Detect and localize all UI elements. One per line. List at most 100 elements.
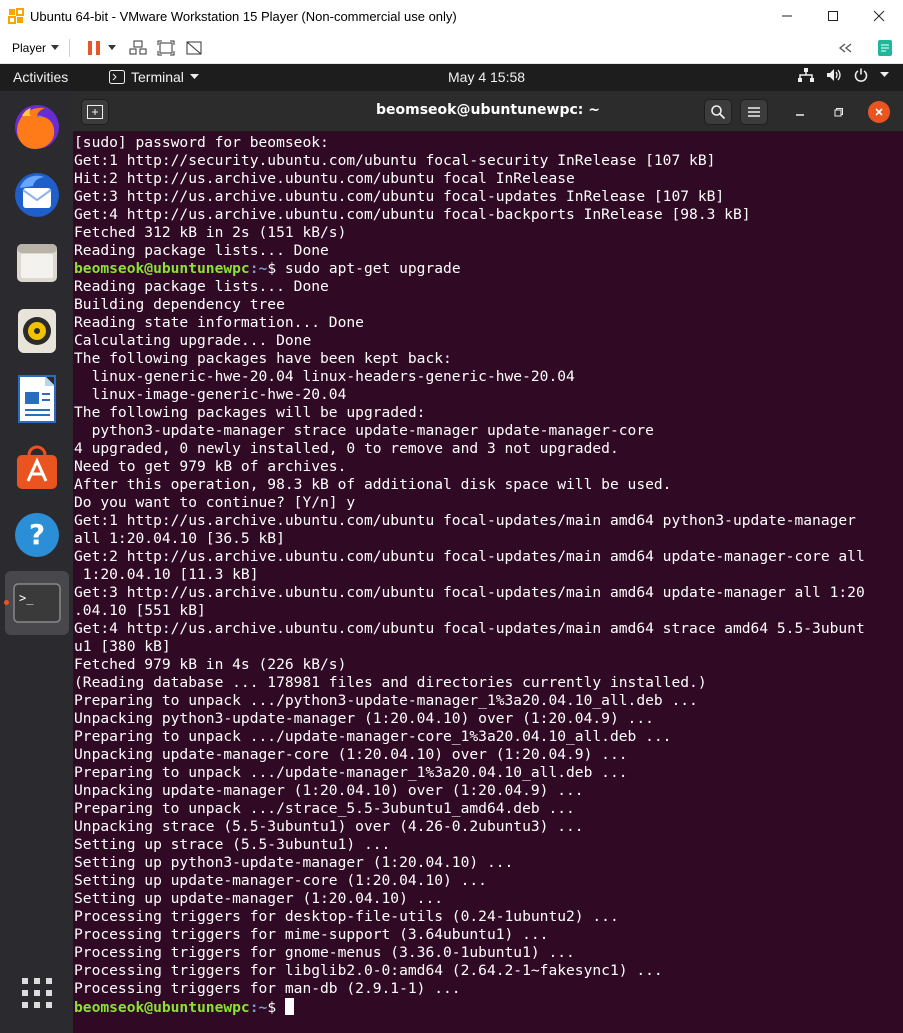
output-line: u1 [380 kB] (74, 638, 171, 655)
show-applications-button[interactable] (5, 961, 69, 1025)
output-line: Fetched 979 kB in 4s (226 kB/s) (74, 656, 347, 673)
running-indicator (4, 600, 9, 605)
output-line: The following packages have been kept ba… (74, 350, 452, 367)
menu-button[interactable] (740, 99, 768, 125)
vmware-title-bar: Ubuntu 64-bit - VMware Workstation 15 Pl… (0, 0, 903, 32)
output-line: 1:20.04.10 [11.3 kB] (74, 566, 259, 583)
svg-text:?: ? (29, 518, 45, 551)
library-button[interactable] (871, 36, 899, 60)
output-line: .04.10 [551 kB] (74, 602, 206, 619)
dock-item-rhythmbox[interactable] (5, 299, 69, 363)
output-line: Do you want to continue? [Y/n] y (74, 494, 356, 511)
software-center-icon (17, 445, 57, 489)
dock-item-terminal[interactable]: >_ (5, 571, 69, 635)
terminal-window: beomseok@ubuntunewpc: ~ [sudo] password … (73, 91, 903, 1033)
prompt-symbol: $ (267, 999, 285, 1016)
fullscreen-button[interactable] (152, 36, 180, 60)
output-line: The following packages will be upgraded: (74, 404, 426, 421)
dock-item-firefox[interactable] (5, 95, 69, 159)
vmware-app-icon (8, 8, 24, 24)
app-menu-label: Terminal (131, 69, 184, 85)
fullscreen-icon (157, 40, 175, 55)
output-line: Preparing to unpack .../update-manager-c… (74, 728, 672, 745)
output-line: Unpacking update-manager (1:20.04.10) ov… (74, 782, 584, 799)
output-line: Hit:2 http://us.archive.ubuntu.com/ubunt… (74, 170, 575, 187)
terminal-cursor (284, 998, 294, 1015)
player-menu-label: Player (12, 40, 47, 55)
app-grid-icon (22, 978, 52, 1008)
activities-button[interactable]: Activities (13, 69, 68, 85)
dock-item-ubuntu-software[interactable] (5, 435, 69, 499)
output-line: python3-update-manager strace update-man… (74, 422, 654, 439)
app-menu[interactable]: Terminal (109, 69, 199, 85)
pause-button[interactable] (80, 36, 108, 60)
prompt-line: beomseok@ubuntunewpc:~$ (74, 998, 884, 1016)
terminal-icon: >_ (13, 583, 61, 623)
hamburger-menu-icon (748, 107, 760, 117)
output-line: Reading state information... Done (74, 314, 364, 331)
close-icon (873, 10, 885, 22)
notes-icon (878, 39, 892, 56)
output-line: Building dependency tree (74, 296, 285, 313)
output-line: Get:1 http://security.ubuntu.com/ubuntu … (74, 152, 716, 169)
prompt-path: :~ (249, 260, 268, 277)
output-line: Get:3 http://us.archive.ubuntu.com/ubunt… (74, 584, 865, 601)
output-line: Get:3 http://us.archive.ubuntu.com/ubunt… (74, 188, 725, 205)
prompt-line: beomseok@ubuntunewpc:~$ sudo apt-get upg… (74, 260, 884, 278)
output-line: Get:4 http://us.archive.ubuntu.com/ubunt… (74, 206, 751, 223)
prompt-symbol: $ (267, 260, 285, 277)
close-icon (875, 108, 883, 116)
search-button[interactable] (704, 99, 732, 125)
terminal-maximize-button[interactable] (825, 99, 853, 125)
output-line: (Reading database ... 178981 files and d… (74, 674, 707, 691)
clock[interactable]: May 4 15:58 (448, 69, 525, 85)
dock-item-help[interactable]: ? (5, 503, 69, 567)
terminal-close-button[interactable] (868, 101, 890, 123)
svg-text:>_: >_ (19, 591, 34, 605)
minimize-button[interactable] (764, 0, 810, 32)
terminal-output[interactable]: [sudo] password for beomseok: Get:1 http:… (74, 134, 884, 1029)
unity-mode-button[interactable] (180, 36, 208, 60)
terminal-header-bar: beomseok@ubuntunewpc: ~ (73, 91, 903, 132)
send-ctrl-alt-del-button[interactable] (124, 36, 152, 60)
writer-icon (18, 375, 56, 423)
chevron-down-icon (51, 44, 60, 50)
dock-item-thunderbird[interactable] (5, 163, 69, 227)
output-line: Preparing to unpack .../python3-update-m… (74, 692, 698, 709)
prompt-user: beomseok@ubuntunewpc (74, 999, 250, 1016)
output-line: linux-generic-hwe-20.04 linux-headers-ge… (74, 368, 575, 385)
close-window-button[interactable] (856, 0, 902, 32)
output-line: Reading package lists... Done (74, 242, 329, 259)
output-line: Processing triggers for libglib2.0-0:amd… (74, 962, 663, 979)
restore-icon (834, 108, 843, 117)
output-line: Setting up python3-update-manager (1:20.… (74, 854, 514, 871)
output-line: Get:4 http://us.archive.ubuntu.com/ubunt… (74, 620, 865, 637)
vmware-window-title: Ubuntu 64-bit - VMware Workstation 15 Pl… (30, 8, 457, 24)
player-menu[interactable]: Player (12, 40, 60, 55)
toolbar-divider (69, 38, 71, 57)
output-line: 4 upgraded, 0 newly installed, 0 to remo… (74, 440, 619, 457)
output-line: Processing triggers for mime-support (3.… (74, 926, 549, 943)
terminal-minimize-button[interactable] (786, 99, 814, 125)
chevron-down-icon[interactable] (108, 44, 117, 51)
output-line: Need to get 979 kB of archives. (74, 458, 347, 475)
dock: ? >_ (0, 91, 73, 1033)
pause-icon (88, 40, 101, 55)
output-line: Get:2 http://us.archive.ubuntu.com/ubunt… (74, 548, 865, 565)
output-line: Get:1 http://us.archive.ubuntu.com/ubunt… (74, 512, 856, 529)
network-devices-icon (129, 40, 147, 54)
rhythmbox-icon (18, 309, 56, 353)
output-line: Preparing to unpack .../update-manager_1… (74, 764, 628, 781)
caret-down-icon (880, 72, 889, 77)
maximize-button[interactable] (810, 0, 856, 32)
collapse-toolbar-icon[interactable] (837, 42, 853, 54)
output-line: all 1:20.04.10 [36.5 kB] (74, 530, 285, 547)
system-tray[interactable] (798, 68, 889, 82)
prompt-path: :~ (249, 999, 268, 1016)
power-icon (854, 68, 868, 82)
help-icon: ? (15, 513, 59, 557)
dock-item-libreoffice-writer[interactable] (5, 367, 69, 431)
dock-item-files[interactable] (5, 231, 69, 295)
thunderbird-icon (15, 173, 59, 217)
vmware-toolbar: Player (0, 32, 903, 64)
